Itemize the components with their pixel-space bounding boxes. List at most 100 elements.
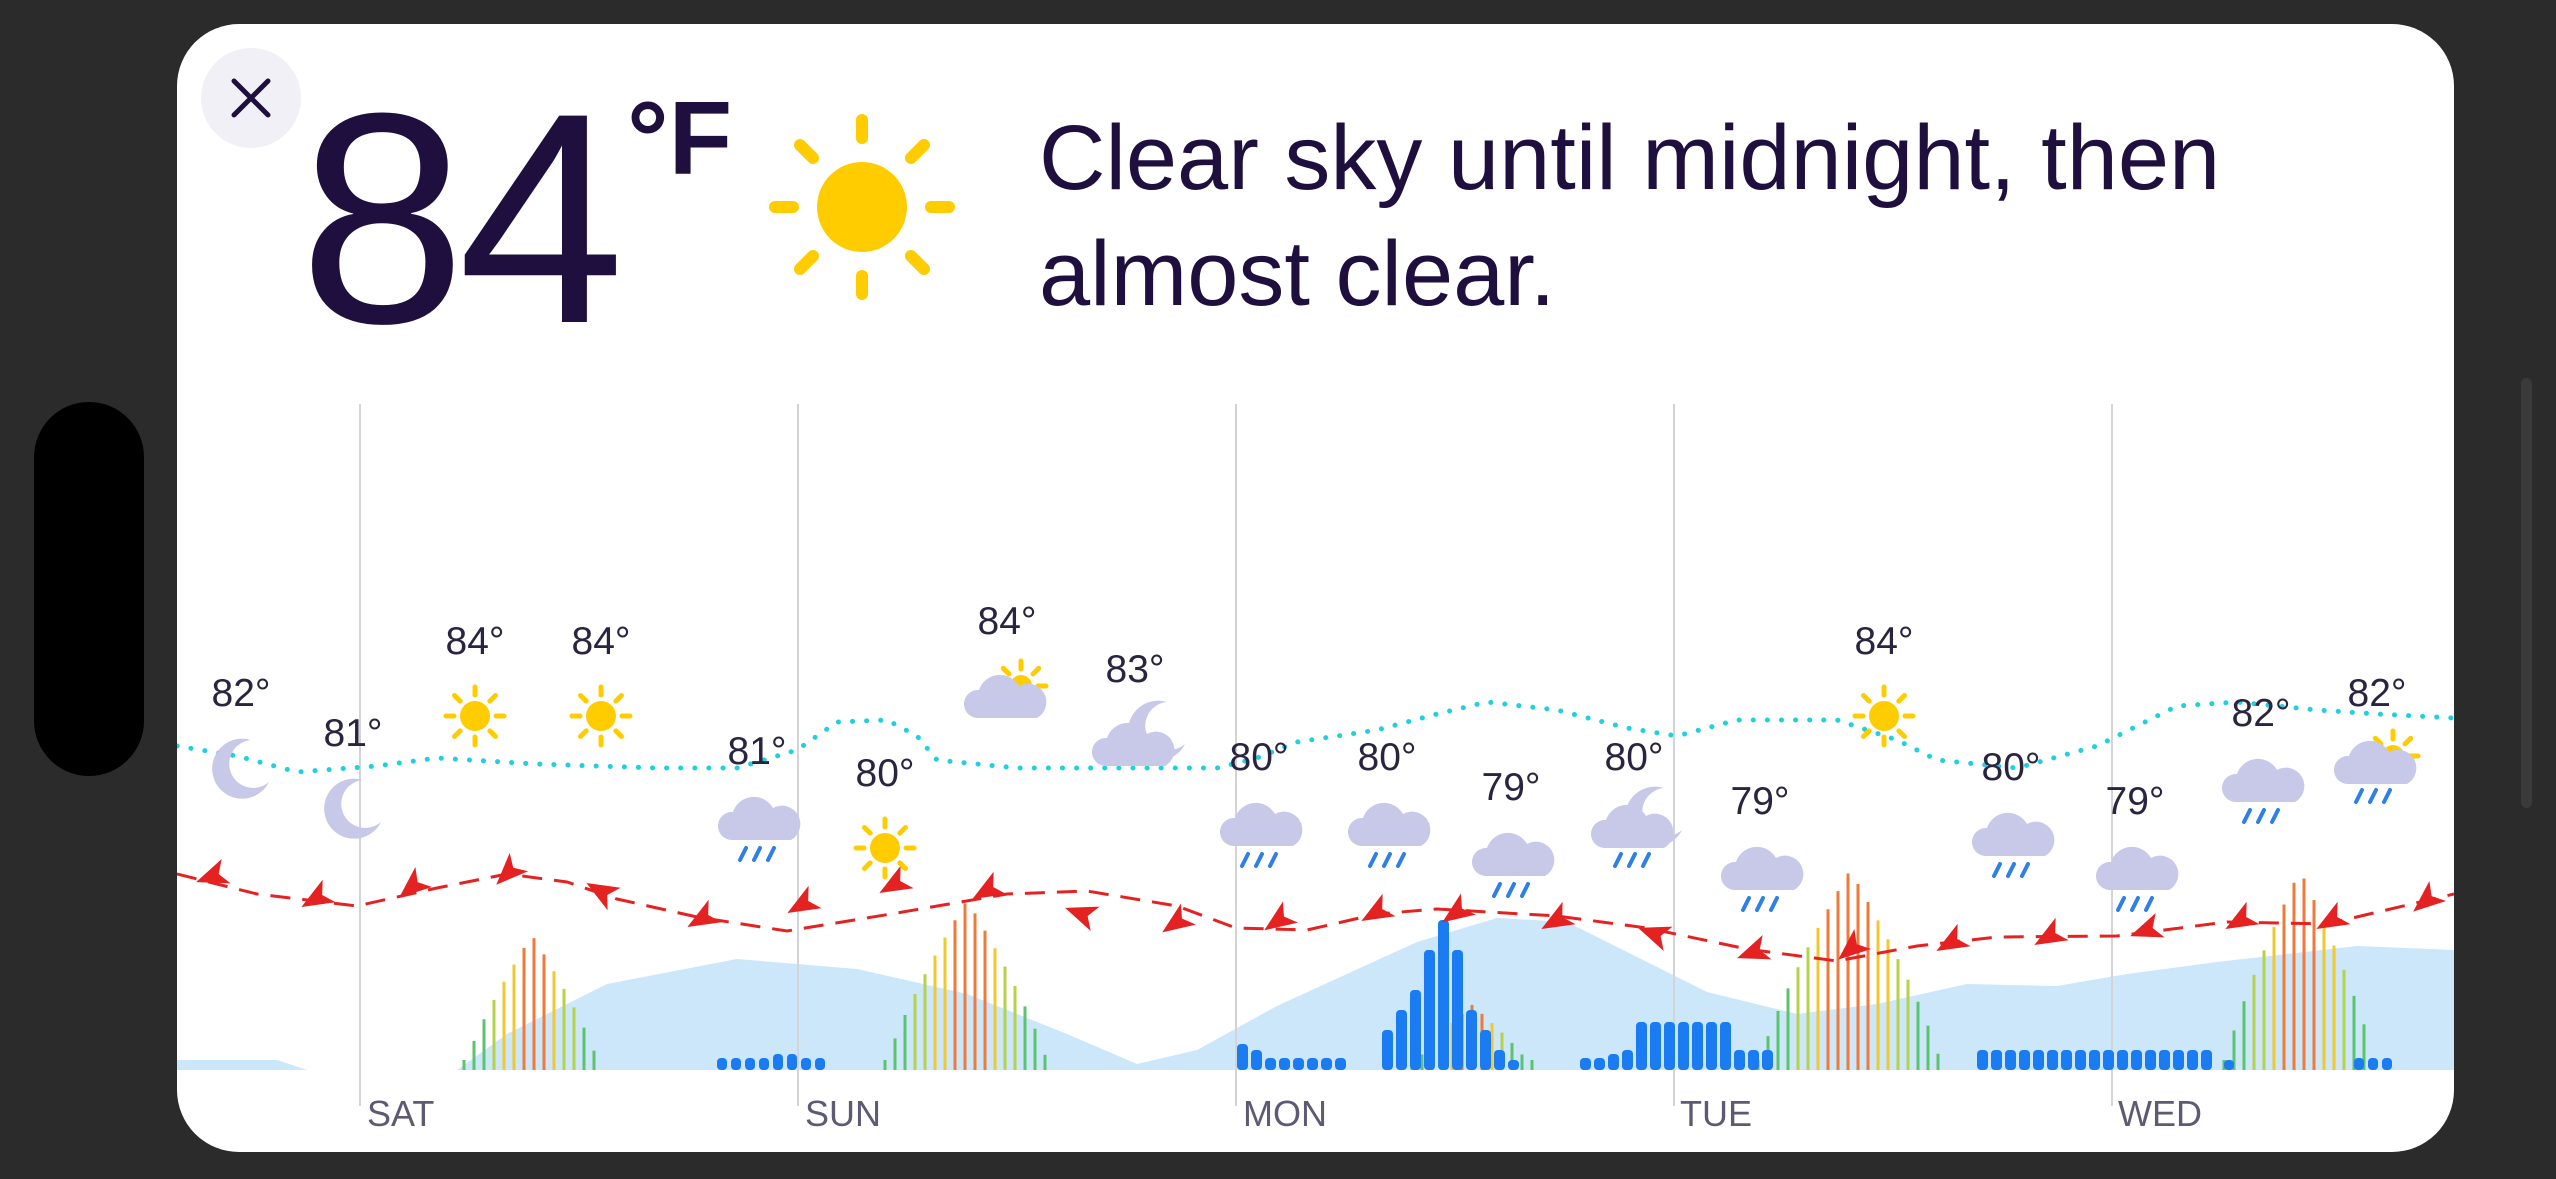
precipitation-bar	[1494, 1050, 1505, 1070]
temperature-label: 79°	[2106, 780, 2165, 823]
precipitation-bar	[2354, 1058, 2364, 1070]
forecast-summary: Clear sky until midnight, then almost cl…	[1039, 107, 2221, 325]
rain-icon	[1219, 802, 1303, 868]
forecast-hour: 84°	[569, 620, 633, 748]
wind-arrow	[586, 883, 621, 911]
precipitation-bar	[1748, 1050, 1759, 1070]
precipitation-bar	[1293, 1058, 1304, 1070]
precipitation-bar	[1335, 1058, 1346, 1070]
forecast-hour: 81°	[717, 730, 801, 862]
sun-icon	[769, 114, 955, 300]
temperature-label: 84°	[1855, 620, 1914, 663]
rain-icon	[1720, 846, 1804, 912]
precipitation-bar	[1664, 1022, 1675, 1070]
precipitation-bar	[1424, 950, 1435, 1070]
temperature-label: 79°	[1482, 766, 1541, 809]
forecast-hour: 79°	[1720, 780, 1804, 912]
precipitation-bar	[1706, 1022, 1717, 1070]
precipitation-bar	[1237, 1044, 1248, 1070]
forecast-hour: 79°	[2095, 780, 2179, 912]
forecast-hour: 82°	[2221, 692, 2305, 824]
temperature-label: 81°	[728, 730, 787, 773]
forecast-hour: 79°	[1471, 766, 1555, 898]
precipitation-bar	[1279, 1058, 1290, 1070]
wind-arrow	[972, 871, 1007, 899]
precipitation-bar	[2117, 1050, 2128, 1070]
precipitation-bar	[773, 1054, 783, 1070]
scroll-indicator[interactable]	[2521, 378, 2532, 808]
precipitation-bar	[1991, 1050, 2002, 1070]
wind-arrow	[1361, 893, 1396, 921]
precipitation-bar	[1977, 1050, 1988, 1070]
day-label-tue: TUE	[1680, 1093, 1752, 1134]
precipitation-bar	[745, 1058, 755, 1070]
temperature-label: 80°	[856, 752, 915, 795]
wind-arrow	[2413, 881, 2447, 912]
rain-icon	[1347, 802, 1431, 868]
day-label-sun: SUN	[805, 1093, 881, 1134]
rain-icon	[1971, 812, 2055, 878]
wind-arrow	[787, 885, 822, 913]
moon-icon	[324, 778, 381, 839]
precipitation-bar	[717, 1058, 727, 1070]
precipitation-bar	[2019, 1050, 2030, 1070]
close-button[interactable]	[201, 48, 301, 148]
precipitation-bar	[1720, 1022, 1731, 1070]
precipitation-bar	[1762, 1050, 1773, 1070]
temperature-label: 84°	[978, 600, 1037, 643]
precipitation-bar	[2103, 1050, 2114, 1070]
forecast-hour: 80°	[1590, 736, 1682, 868]
precipitation-bar	[2131, 1050, 2142, 1070]
wind-arrow	[399, 867, 433, 898]
temperature-label: 82°	[2232, 692, 2291, 735]
precipitation-bar	[2224, 1060, 2234, 1070]
precipitation-bar	[2061, 1050, 2072, 1070]
wind-arrow	[879, 865, 914, 893]
precipitation-bar	[731, 1058, 741, 1070]
precipitation-bar	[2159, 1050, 2170, 1070]
precipitation-bar	[1307, 1058, 1318, 1070]
rain-icon	[2221, 758, 2305, 824]
forecast-hour: 80°	[853, 752, 917, 880]
temperature-label: 80°	[1230, 736, 1289, 779]
sun-icon	[443, 684, 507, 748]
forecast-hour: 81°	[324, 712, 382, 839]
precipitation-bar	[2382, 1058, 2392, 1070]
day-label-wed: WED	[2118, 1093, 2202, 1134]
precipitation-bar	[2201, 1050, 2212, 1070]
forecast-hour: 80°	[1971, 746, 2055, 878]
precipitation-bar	[2005, 1050, 2016, 1070]
precipitation-bar	[2368, 1058, 2378, 1070]
wind-arrow	[2034, 917, 2069, 945]
wind-arrow	[196, 858, 231, 884]
rain-night-icon	[1590, 786, 1682, 868]
precipitation-bar	[787, 1054, 797, 1070]
precipitation-bar	[1265, 1058, 1276, 1070]
precipitation-bar	[1466, 1010, 1477, 1070]
precipitation-bar	[1650, 1022, 1661, 1070]
precipitation-bar	[1480, 1030, 1491, 1070]
day-label-mon: MON	[1243, 1093, 1327, 1134]
rain-icon	[1471, 832, 1555, 898]
temperature-unit: °F	[627, 81, 733, 197]
forecast-hour: 82°	[2333, 672, 2421, 804]
precipitation-bar	[1251, 1050, 1262, 1070]
moon-icon	[212, 738, 269, 799]
precipitation-bar	[2173, 1050, 2184, 1070]
precipitation-bar	[1410, 990, 1421, 1070]
precipitation-bar	[2075, 1050, 2086, 1070]
day-label-sat: SAT	[367, 1093, 434, 1134]
wind-arrow	[1264, 901, 1298, 931]
precipitation-bar	[1438, 920, 1449, 1070]
partly-sunny-icon	[963, 658, 1049, 718]
precipitation-bar	[1608, 1054, 1619, 1070]
precipitation-bar	[1734, 1050, 1745, 1070]
precipitation-bar	[1622, 1050, 1633, 1070]
forecast-hour: 80°	[1347, 736, 1431, 868]
precipitation-bar	[1594, 1058, 1605, 1070]
forecast-hour: 80°	[1219, 736, 1303, 868]
close-icon	[231, 78, 271, 118]
temperature-label: 80°	[1605, 736, 1664, 779]
wind-arrow	[301, 879, 336, 907]
precipitation-bar	[759, 1058, 769, 1070]
